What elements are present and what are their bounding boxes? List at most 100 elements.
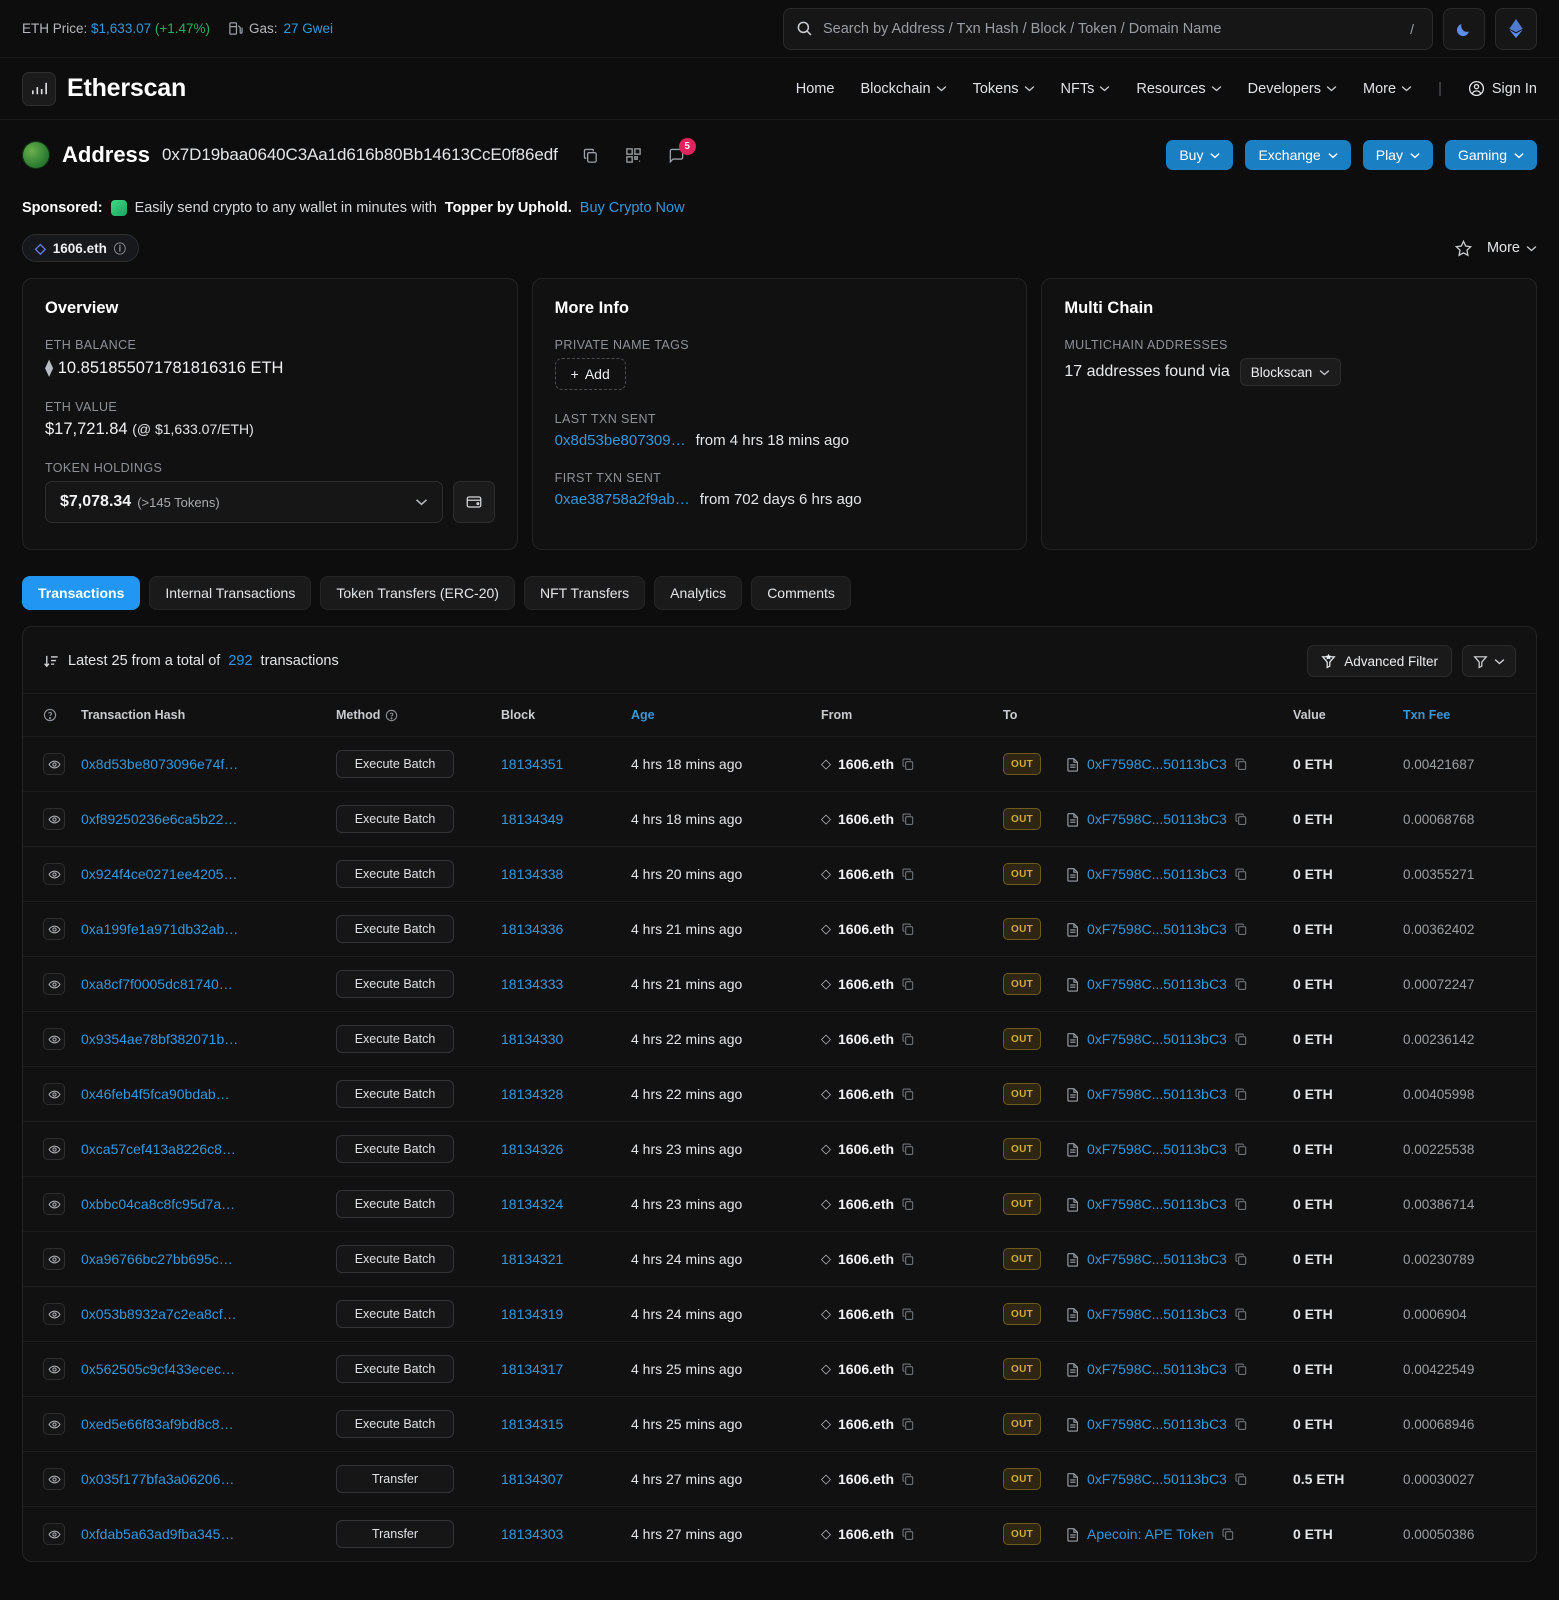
play-button[interactable]: Play [1363, 140, 1433, 170]
from-address-label[interactable]: 1606.eth [838, 1306, 894, 1322]
transaction-hash-link[interactable]: 0x562505c9cf433ecec… [81, 1361, 235, 1377]
copy-icon[interactable] [901, 1032, 915, 1046]
table-row[interactable]: 0x053b8932a7c2ea8cf… Execute Batch 1813431… [23, 1287, 1536, 1342]
tab-internal-transactions[interactable]: Internal Transactions [149, 576, 311, 610]
block-number-link[interactable]: 18134317 [501, 1361, 563, 1377]
method-badge[interactable]: Execute Batch [336, 1025, 454, 1053]
copy-icon[interactable] [901, 1252, 915, 1266]
exchange-button[interactable]: Exchange [1245, 140, 1350, 170]
preview-eye-icon[interactable] [43, 1358, 65, 1380]
block-number-link[interactable]: 18134315 [501, 1416, 563, 1432]
copy-icon[interactable] [901, 1197, 915, 1211]
copy-icon[interactable] [1234, 1032, 1248, 1046]
nav-item-blockchain[interactable]: Blockchain [860, 81, 946, 97]
table-row[interactable]: 0xfdab5a63ad9fba345…Transfer181343034 hr… [23, 1507, 1536, 1562]
tab-comments[interactable]: Comments [751, 576, 851, 610]
from-address-label[interactable]: 1606.eth [838, 1141, 894, 1157]
to-address-link[interactable]: 0xF7598C...50113bC3 [1087, 1031, 1227, 1047]
to-address-link[interactable]: 0xF7598C...50113bC3 [1087, 1251, 1227, 1267]
copy-icon[interactable] [1234, 922, 1248, 936]
to-address-link[interactable]: 0xF7598C...50113bC3 [1087, 1361, 1227, 1377]
transaction-hash-link[interactable]: 0xa199fe1a971db32ab… [81, 921, 238, 937]
col-txn-fee[interactable]: Txn Fee [1395, 694, 1536, 737]
help-circle-icon[interactable] [385, 709, 398, 722]
block-number-link[interactable]: 18134328 [501, 1086, 563, 1102]
gaming-button[interactable]: Gaming [1445, 140, 1537, 170]
from-address-label[interactable]: 1606.eth [838, 1086, 894, 1102]
transaction-hash-link[interactable]: 0x035f177bfa3a06206… [81, 1471, 234, 1487]
copy-icon[interactable] [1234, 1307, 1248, 1321]
to-address-link[interactable]: Apecoin: APE Token [1087, 1526, 1214, 1542]
from-address-label[interactable]: 1606.eth [838, 1361, 894, 1377]
preview-eye-icon[interactable] [43, 1468, 65, 1490]
copy-icon[interactable] [1234, 1142, 1248, 1156]
copy-icon[interactable] [1234, 867, 1248, 881]
transaction-hash-link[interactable]: 0xfdab5a63ad9fba345… [81, 1526, 234, 1542]
method-badge[interactable]: Execute Batch [336, 1410, 454, 1438]
search-input[interactable] [823, 21, 1394, 37]
filter-dropdown-button[interactable] [1462, 645, 1516, 677]
nav-item-more[interactable]: More [1363, 81, 1412, 97]
eth-price-value[interactable]: $1,633.07 [91, 21, 151, 36]
nav-item-resources[interactable]: Resources [1136, 81, 1221, 97]
from-address-label[interactable]: 1606.eth [838, 1251, 894, 1267]
tab-transactions[interactable]: Transactions [22, 576, 140, 610]
advanced-filter-button[interactable]: Advanced Filter [1307, 645, 1452, 677]
copy-icon[interactable] [1234, 1252, 1248, 1266]
sort-icon[interactable] [43, 653, 60, 670]
col-info-icon[interactable] [23, 694, 73, 737]
table-row[interactable]: 0xa8cf7f0005dc81740…Execute Batch1813433… [23, 957, 1536, 1012]
block-number-link[interactable]: 18134330 [501, 1031, 563, 1047]
block-number-link[interactable]: 18134321 [501, 1251, 563, 1267]
first-txn-hash-link[interactable]: 0xae38758a2f9ab… [555, 491, 690, 508]
copy-icon[interactable] [901, 977, 915, 991]
favorite-star-icon[interactable] [1454, 239, 1473, 258]
from-address-label[interactable]: 1606.eth [838, 976, 894, 992]
transaction-hash-link[interactable]: 0x8d53be8073096e74f… [81, 756, 238, 772]
table-row[interactable]: 0x9354ae78bf382071b…Execute Batch1813433… [23, 1012, 1536, 1067]
transaction-hash-link[interactable]: 0xca57cef413a8226c8… [81, 1141, 236, 1157]
method-badge[interactable]: Execute Batch [336, 1080, 454, 1108]
buy-button[interactable]: Buy [1166, 140, 1233, 170]
summary-total-count[interactable]: 292 [228, 653, 252, 669]
add-name-tag-button[interactable]: + Add [555, 358, 626, 390]
theme-toggle-button[interactable] [1443, 8, 1485, 50]
to-address-link[interactable]: 0xF7598C...50113bC3 [1087, 921, 1227, 937]
copy-icon[interactable] [901, 1142, 915, 1156]
to-address-link[interactable]: 0xF7598C...50113bC3 [1087, 1471, 1227, 1487]
copy-icon[interactable] [1234, 1417, 1248, 1431]
block-number-link[interactable]: 18134324 [501, 1196, 563, 1212]
copy-icon[interactable] [901, 757, 915, 771]
nav-item-tokens[interactable]: Tokens [973, 81, 1035, 97]
preview-eye-icon[interactable] [43, 1413, 65, 1435]
block-number-link[interactable]: 18134349 [501, 811, 563, 827]
preview-eye-icon[interactable] [43, 1303, 65, 1325]
transaction-hash-link[interactable]: 0x924f4ce0271ee4205… [81, 866, 237, 882]
method-badge[interactable]: Execute Batch [336, 970, 454, 998]
ens-name-chip[interactable]: ◇ 1606.eth ⓘ [22, 234, 139, 262]
method-badge[interactable]: Execute Batch [336, 805, 454, 833]
from-address-label[interactable]: 1606.eth [838, 866, 894, 882]
method-badge[interactable]: Execute Batch [336, 1135, 454, 1163]
token-holdings-dropdown[interactable]: $7,078.34 (>145 Tokens) [45, 481, 443, 523]
brand-home-link[interactable]: Etherscan [22, 72, 186, 106]
gas-group[interactable]: Gas: 27 Gwei [228, 21, 333, 36]
more-menu-button[interactable]: More [1487, 240, 1537, 256]
block-number-link[interactable]: 18134307 [501, 1471, 563, 1487]
to-address-link[interactable]: 0xF7598C...50113bC3 [1087, 811, 1227, 827]
preview-eye-icon[interactable] [43, 863, 65, 885]
block-number-link[interactable]: 18134319 [501, 1306, 563, 1322]
comments-icon[interactable]: 5 [668, 147, 685, 164]
table-row[interactable]: 0xa96766bc27bb695c…Execute Batch18134321… [23, 1232, 1536, 1287]
copy-icon[interactable] [1234, 977, 1248, 991]
from-address-label[interactable]: 1606.eth [838, 1031, 894, 1047]
table-row[interactable]: 0xf89250236e6ca5b22… Execute Batch 1813434… [23, 792, 1536, 847]
method-badge[interactable]: Execute Batch [336, 1300, 454, 1328]
transaction-hash-link[interactable]: 0x053b8932a7c2ea8cf… [81, 1306, 237, 1322]
method-badge[interactable]: Execute Batch [336, 750, 454, 778]
method-badge[interactable]: Execute Batch [336, 1245, 454, 1273]
transaction-hash-link[interactable]: 0xf89250236e6ca5b22… [81, 811, 237, 827]
copy-icon[interactable] [1234, 1197, 1248, 1211]
table-row[interactable]: 0xca57cef413a8226c8…Execute Batch1813432… [23, 1122, 1536, 1177]
transaction-hash-link[interactable]: 0xed5e66f83af9bd8c8… [81, 1416, 234, 1432]
